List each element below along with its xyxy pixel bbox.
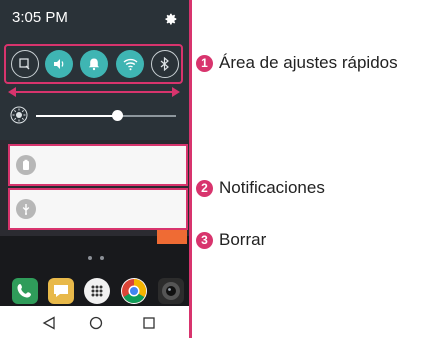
notification-icon-wrap — [16, 199, 36, 219]
back-button[interactable] — [40, 314, 58, 332]
camera-icon[interactable] — [158, 278, 184, 304]
chrome-logo-shape — [122, 279, 147, 304]
bluetooth-icon — [160, 57, 169, 71]
brightness-icon — [10, 106, 28, 124]
notification-icon-wrap — [16, 155, 36, 175]
gear-icon[interactable] — [164, 12, 178, 26]
notifications-toggle[interactable] — [80, 50, 108, 78]
navigation-bar — [0, 306, 189, 338]
screen-edge — [189, 0, 192, 338]
brightness-control — [6, 100, 181, 132]
page-indicator-dot — [100, 256, 104, 260]
quick-settings-panel — [0, 36, 189, 140]
callout-notifications: 2 Notificaciones — [196, 178, 325, 198]
callout-number: 3 — [196, 231, 213, 249]
home-icon — [89, 316, 103, 330]
sound-toggle[interactable] — [45, 50, 73, 78]
apps-grid-shape — [91, 285, 103, 297]
scroll-arrow — [8, 87, 180, 97]
back-icon — [42, 316, 55, 330]
brightness-slider[interactable] — [112, 110, 124, 121]
callout-label: Notificaciones — [219, 178, 325, 197]
phone-icon[interactable] — [12, 278, 38, 304]
camera-lens-shape — [162, 282, 180, 300]
callout-label: Borrar — [219, 230, 267, 249]
callout-clear: 3 Borrar — [196, 230, 266, 250]
page-indicator-dot — [88, 256, 92, 260]
messages-icon[interactable] — [48, 278, 74, 304]
usb-icon — [22, 204, 30, 215]
home-button[interactable] — [87, 314, 105, 332]
chrome-icon[interactable] — [121, 278, 147, 304]
bluetooth-toggle[interactable] — [151, 50, 179, 78]
qslide-toggle[interactable] — [11, 50, 39, 78]
qslide-icon — [19, 58, 30, 70]
apps-icon[interactable] — [84, 278, 110, 304]
message-bubble-shape — [54, 285, 68, 297]
sound-icon — [54, 59, 64, 69]
status-time: 3:05 PM — [12, 9, 68, 26]
phone-handset-shape — [17, 284, 31, 298]
clear-button[interactable] — [157, 230, 187, 244]
battery-icon — [23, 159, 29, 170]
callout-number: 1 — [196, 54, 213, 72]
callout-number: 2 — [196, 179, 213, 197]
wifi-icon — [123, 58, 137, 71]
callout-label: Área de ajustes rápidos — [219, 53, 398, 72]
callout-quick-settings: 1 Área de ajustes rápidos — [196, 53, 398, 73]
recents-button[interactable] — [140, 314, 158, 332]
phone-screen: 3:05 PM — [0, 0, 192, 338]
wifi-toggle[interactable] — [116, 50, 144, 78]
notification-card[interactable] — [8, 144, 188, 186]
brightness-fill — [36, 115, 118, 117]
recents-icon — [143, 317, 155, 329]
notification-card[interactable] — [8, 188, 188, 230]
bell-icon — [88, 58, 100, 71]
status-bar: 3:05 PM — [0, 0, 189, 36]
